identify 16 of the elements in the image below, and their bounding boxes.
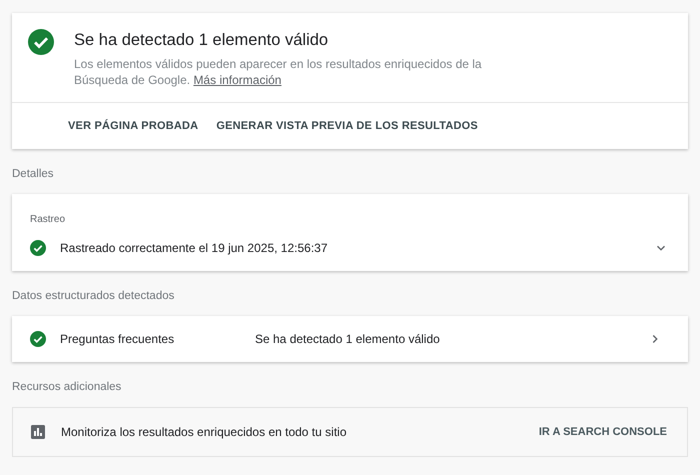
crawl-label: Rastreo	[29, 213, 66, 227]
summary-description: Los elementos válidos pueden aparecer en los resultados enriquecidos de la Búsqueda de Google. Más información	[74, 56, 483, 88]
summary-title: Se ha detectado 1 elemento válido	[74, 31, 330, 50]
action-button[interactable]: VER PÁGINA PROBADA	[62, 113, 204, 139]
section-heading: Detalles	[12, 167, 55, 182]
search-console-link[interactable]: IR A SEARCH CONSOLE	[536, 422, 669, 442]
crawl-status: Rastreado correctamente el 19 jun 2025, 12:56:37	[60, 241, 328, 255]
action-button[interactable]: GENERAR VISTA PREVIA DE LOS RESULTADOS	[210, 113, 484, 139]
section-heading: Datos estructurados detectados	[12, 289, 176, 304]
bar-chart-icon	[31, 425, 45, 439]
item-type: Preguntas frecuentes	[60, 332, 176, 346]
section-heading: Recursos adicionales	[12, 380, 122, 395]
more-info-link[interactable]: Más información	[193, 73, 282, 87]
item-result: Se ha detectado 1 elemento válido	[255, 332, 440, 346]
structured-data-row[interactable]: Preguntas frecuentes Se ha detectado 1 elemento válido	[12, 316, 688, 362]
resources-text: Monitoriza los resultados enriquecidos en todo tu sitio	[61, 425, 346, 439]
